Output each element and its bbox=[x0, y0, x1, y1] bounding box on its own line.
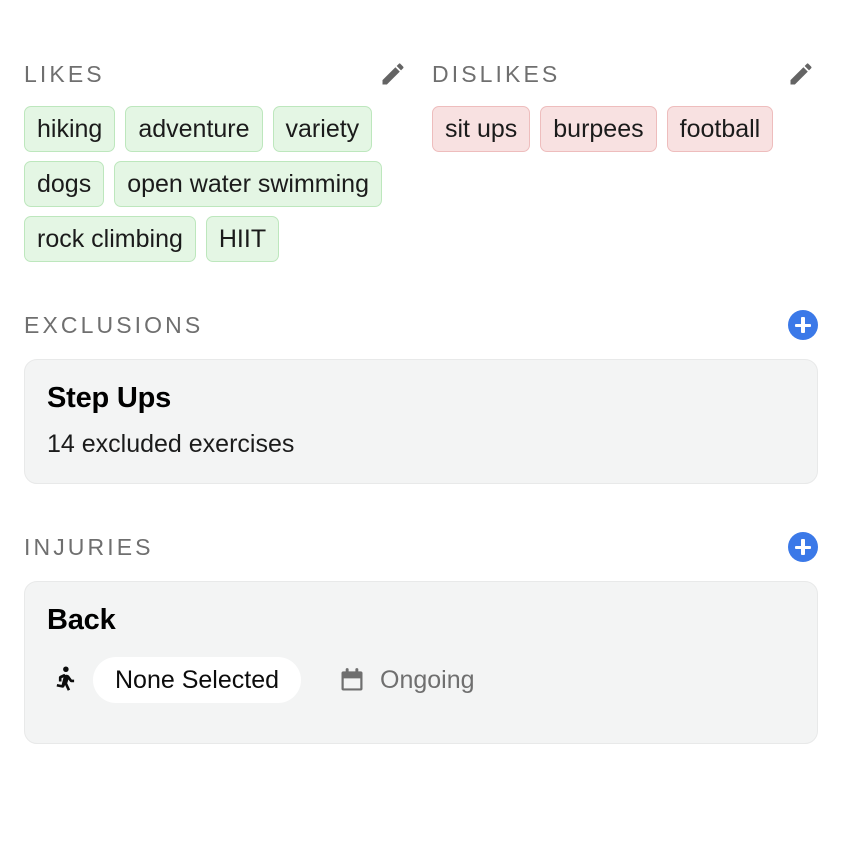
dislike-chip[interactable]: football bbox=[666, 106, 774, 152]
exclusions-section: EXCLUSIONS Step Ups 14 excluded exercise… bbox=[24, 308, 818, 485]
like-chip[interactable]: HIIT bbox=[205, 216, 280, 262]
likes-header: LIKES bbox=[24, 57, 410, 91]
likes-title: LIKES bbox=[24, 61, 105, 87]
plus-icon bbox=[795, 317, 811, 333]
likes-edit-button[interactable] bbox=[376, 57, 410, 91]
dislikes-title: DISLIKES bbox=[432, 61, 561, 87]
like-chip[interactable]: dogs bbox=[24, 161, 105, 207]
pencil-icon bbox=[787, 60, 815, 88]
injuries-title: INJURIES bbox=[24, 534, 154, 561]
injury-card-title: Back bbox=[47, 604, 116, 637]
dislike-chip[interactable]: burpees bbox=[540, 106, 657, 152]
calendar-icon bbox=[337, 665, 367, 695]
like-chip[interactable]: rock climbing bbox=[24, 216, 196, 262]
exclusion-card-title: Step Ups bbox=[47, 382, 172, 414]
dislikes-chip-list: sit ups burpees football bbox=[432, 106, 818, 152]
dislikes-section: DISLIKES sit ups burpees football bbox=[432, 57, 818, 262]
dislike-chip[interactable]: sit ups bbox=[432, 106, 531, 152]
injuries-header: INJURIES bbox=[24, 530, 818, 564]
exclusions-title: EXCLUSIONS bbox=[24, 312, 204, 338]
injury-card-details: None Selected Ongoing bbox=[47, 657, 795, 704]
dislikes-edit-button[interactable] bbox=[784, 57, 818, 91]
pencil-icon bbox=[379, 60, 407, 88]
likes-dislikes-row: LIKES hiking adventure variety dogs open… bbox=[24, 0, 818, 262]
injury-date-text: Ongoing bbox=[380, 665, 475, 694]
walking-person-icon bbox=[47, 658, 81, 702]
injury-card[interactable]: Back None Selected Ongoing bbox=[24, 581, 818, 745]
likes-chip-list: hiking adventure variety dogs open water… bbox=[24, 106, 410, 262]
exclusion-card[interactable]: Step Ups 14 excluded exercises bbox=[24, 359, 818, 485]
add-exclusion-button[interactable] bbox=[788, 310, 818, 340]
dislikes-header: DISLIKES bbox=[432, 57, 818, 91]
exclusion-card-subtitle: 14 excluded exercises bbox=[47, 430, 295, 459]
add-injury-button[interactable] bbox=[788, 532, 818, 563]
like-chip[interactable]: open water swimming bbox=[114, 161, 382, 207]
injury-date-group[interactable]: Ongoing bbox=[337, 665, 475, 695]
injury-status-pill[interactable]: None Selected bbox=[93, 657, 302, 704]
like-chip[interactable]: hiking bbox=[24, 106, 116, 152]
exclusions-header: EXCLUSIONS bbox=[24, 308, 818, 342]
like-chip[interactable]: variety bbox=[272, 106, 373, 152]
plus-icon bbox=[795, 539, 811, 556]
preferences-screen: LIKES hiking adventure variety dogs open… bbox=[0, 0, 842, 842]
injuries-section: INJURIES Back None Selected Ongoing bbox=[24, 530, 818, 745]
like-chip[interactable]: adventure bbox=[125, 106, 263, 152]
likes-section: LIKES hiking adventure variety dogs open… bbox=[24, 57, 410, 262]
